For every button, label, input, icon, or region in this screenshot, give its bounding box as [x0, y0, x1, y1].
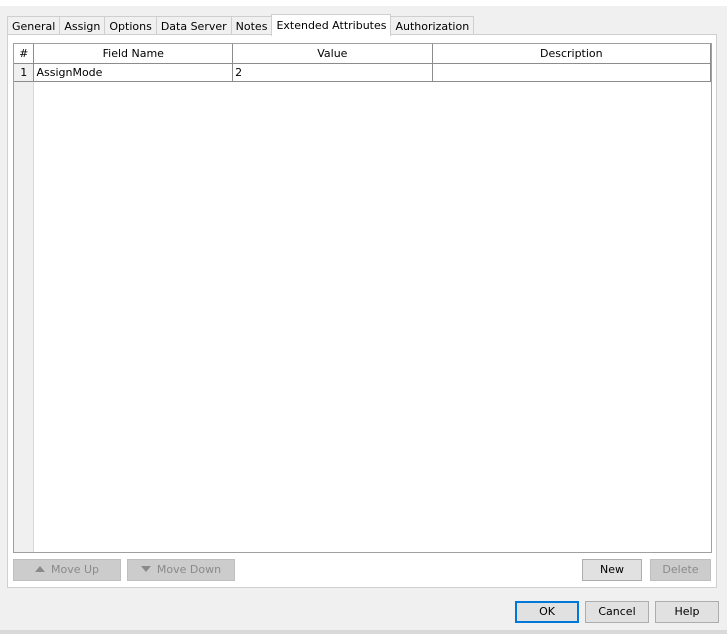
tab-general[interactable]: General: [7, 16, 61, 36]
column-header-value[interactable]: Value: [232, 44, 433, 64]
bottom-edge: [0, 630, 727, 634]
tab-notes[interactable]: Notes: [230, 16, 273, 36]
column-header-field-name[interactable]: Field Name: [33, 44, 234, 64]
cancel-button[interactable]: Cancel: [585, 601, 649, 623]
move-up-button[interactable]: Move Up: [13, 559, 121, 581]
tab-authorization[interactable]: Authorization: [390, 16, 475, 36]
column-header-number[interactable]: #: [14, 44, 35, 64]
description-cell[interactable]: [432, 63, 711, 82]
field-name-cell[interactable]: AssignMode: [33, 63, 234, 82]
row-number[interactable]: 1: [14, 63, 35, 82]
ok-button[interactable]: OK: [515, 601, 579, 623]
column-header-description[interactable]: Description: [432, 44, 711, 64]
attributes-grid: # Field Name Value Description 1 AssignM…: [14, 44, 711, 82]
title-strip: [0, 0, 727, 6]
attributes-table[interactable]: # Field Name Value Description 1 AssignM…: [13, 43, 712, 553]
tab-data-server[interactable]: Data Server: [155, 16, 232, 36]
value-cell[interactable]: 2: [232, 63, 433, 82]
tab-bar: General Assign Options Data Server Notes…: [7, 14, 475, 36]
table-header-row: # Field Name Value Description: [14, 44, 711, 64]
move-up-label: Move Up: [50, 563, 100, 576]
table-row[interactable]: 1 AssignMode 2: [14, 63, 711, 82]
row-header-column: [14, 82, 34, 552]
tab-assign[interactable]: Assign: [59, 16, 106, 36]
tab-options[interactable]: Options: [104, 16, 157, 36]
help-button[interactable]: Help: [655, 601, 719, 623]
move-down-button[interactable]: Move Down: [127, 559, 235, 581]
triangle-up-icon: [34, 566, 45, 572]
delete-button[interactable]: Delete: [650, 559, 711, 581]
new-button[interactable]: New: [582, 559, 642, 581]
triangle-down-icon: [140, 566, 151, 572]
extended-attributes-panel: # Field Name Value Description 1 AssignM…: [7, 34, 717, 588]
move-down-label: Move Down: [156, 563, 222, 576]
tab-extended-attributes[interactable]: Extended Attributes: [271, 14, 392, 36]
